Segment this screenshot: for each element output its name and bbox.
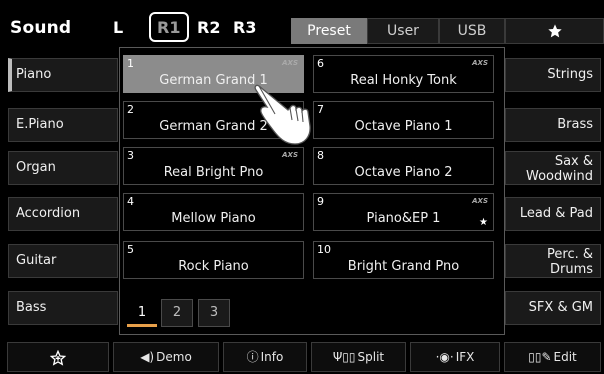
part-r1-label: R1 [157,18,181,37]
category-sax-label: Sax & [554,154,593,169]
voice-number: 2 [127,103,134,116]
page-title: Sound [10,18,72,38]
voice-number: 5 [127,243,134,256]
category-strings-label: Strings [547,67,593,82]
favorite-star-icon: ★ [479,217,488,228]
category-brass[interactable]: Brass [505,108,601,142]
axs-badge: AXS [282,59,298,67]
edit-button[interactable]: ▯▯✎ Edit [504,342,601,372]
split-button[interactable]: Ψ▯▯ Split [311,342,406,372]
category-perc-drums[interactable]: Perc. & Drums [505,244,601,278]
demo-label: Demo [156,350,192,364]
voice-number: 8 [317,149,324,162]
category-woodwind-label: Woodwind [526,169,593,184]
voice-number: 4 [127,195,134,208]
keyboard-split-icon: Ψ▯▯ [332,350,356,364]
category-accordion[interactable]: Accordion [8,197,118,231]
tab-usb[interactable]: USB [439,18,505,44]
voice-item[interactable]: 10 Bright Grand Pno [313,241,494,279]
header-bar: Sound L R1 R2 R3 Preset User USB [0,0,604,47]
effect-knob-icon: ·◉· [435,350,454,364]
voice-number: 6 [317,57,324,70]
info-button[interactable]: ⓘ Info [223,342,307,372]
voice-name: Octave Piano 2 [354,165,453,180]
favorite-add-button[interactable] [7,342,109,372]
star-icon [547,24,562,38]
bank-tabs: Preset User USB [291,18,604,44]
category-organ[interactable]: Organ [8,151,118,185]
voice-name: Piano&EP 1 [366,211,441,226]
page-button-2[interactable]: 2 [161,299,193,327]
voice-name: Rock Piano [178,259,249,274]
voice-number: 3 [127,149,134,162]
voice-number: 10 [317,243,331,256]
voice-name: Mellow Piano [171,211,256,226]
category-brass-label: Brass [557,117,593,132]
axs-badge: AXS [282,151,298,159]
ifx-button[interactable]: ·◉· IFX [410,342,500,372]
voice-name: Real Honky Tonk [350,73,457,88]
voice-number: 7 [317,103,324,116]
hand-pointer-icon [254,84,311,145]
voice-number: 1 [127,57,134,70]
edit-icon: ▯▯✎ [528,350,552,364]
tab-user[interactable]: User [367,18,439,44]
voice-name: Real Bright Pno [163,165,264,180]
part-r2-button[interactable]: R2 [197,18,220,37]
category-perc-label: Perc. & [547,247,593,262]
part-l-button[interactable]: L [113,18,123,37]
category-guitar[interactable]: Guitar [8,244,118,278]
voice-item[interactable]: 3 Real Bright Pno AXS [123,147,304,185]
star-add-icon [49,349,67,366]
category-lead-pad[interactable]: Lead & Pad [505,197,601,231]
category-sfx-gm-label: SFX & GM [528,300,593,315]
axs-badge: AXS [472,59,488,67]
part-r1-button[interactable]: R1 [149,12,189,42]
category-sax-woodwind[interactable]: Sax & Woodwind [505,151,601,185]
category-epiano[interactable]: E.Piano [8,108,118,142]
ifx-label: IFX [455,350,475,364]
footer-bar: ◀) Demo ⓘ Info Ψ▯▯ Split ·◉· IFX ▯▯✎ Edit [0,339,604,374]
voice-name: Bright Grand Pno [347,259,460,274]
voice-item[interactable]: 7 Octave Piano 1 [313,101,494,139]
axs-badge: AXS [472,197,488,205]
voice-item[interactable]: 6 Real Honky Tonk AXS [313,55,494,93]
category-piano[interactable]: Piano [8,58,118,92]
voice-item[interactable]: 8 Octave Piano 2 [313,147,494,185]
category-bass[interactable]: Bass [8,291,118,325]
info-label: Info [260,350,284,364]
voice-number: 9 [317,195,324,208]
tab-favorite[interactable] [505,18,604,44]
split-label: Split [357,350,385,364]
voice-item[interactable]: 5 Rock Piano [123,241,304,279]
edit-label: Edit [553,350,577,364]
page-button-1[interactable]: 1 [126,299,158,327]
part-r3-button[interactable]: R3 [233,18,256,37]
category-lead-pad-label: Lead & Pad [519,206,593,221]
voice-item[interactable]: 9 Piano&EP 1 AXS ★ [313,193,494,231]
speaker-icon: ◀) [140,350,155,364]
page-button-3[interactable]: 3 [198,299,230,327]
tab-preset[interactable]: Preset [291,18,367,44]
info-icon: ⓘ [246,350,259,364]
demo-button[interactable]: ◀) Demo [113,342,219,372]
category-strings[interactable]: Strings [505,58,601,92]
voice-item[interactable]: 4 Mellow Piano [123,193,304,231]
voice-name: Octave Piano 1 [354,119,453,134]
category-drums-label: Drums [549,262,593,277]
category-sfx-gm[interactable]: SFX & GM [505,291,601,325]
